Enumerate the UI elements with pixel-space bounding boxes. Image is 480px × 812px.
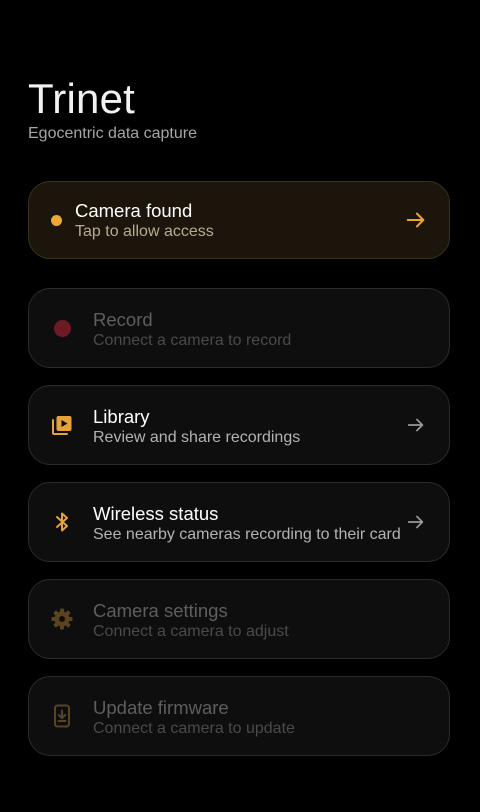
app-subtitle: Egocentric data capture [28, 125, 197, 142]
gear-icon [49, 606, 75, 632]
update-firmware-card[interactable]: Update firmware Connect a camera to upda… [28, 676, 450, 756]
app-title: Trinet [28, 75, 135, 122]
video-library-icon [49, 412, 75, 438]
arrow-right-icon [407, 418, 424, 432]
camera-found-label: Camera found [75, 200, 193, 221]
camera-found-card[interactable]: Camera found Tap to allow access [28, 181, 450, 259]
wireless-status-card[interactable]: Wireless status See nearby cameras recor… [28, 482, 450, 562]
camera-settings-description: Connect a camera to adjust [93, 623, 289, 640]
record-description: Connect a camera to record [93, 332, 292, 349]
bluetooth-icon [49, 509, 75, 535]
app-screen: Trinet Egocentric data capture Camera fo… [0, 0, 480, 812]
arrow-right-icon [407, 515, 424, 529]
library-description: Review and share recordings [93, 429, 301, 446]
update-firmware-description: Connect a camera to update [93, 720, 295, 737]
library-label: Library [93, 406, 150, 427]
wireless-status-label: Wireless status [93, 503, 219, 524]
library-card[interactable]: Library Review and share recordings [28, 385, 450, 465]
record-icon [49, 315, 75, 341]
wireless-status-description: See nearby cameras recording to their ca… [93, 526, 401, 543]
camera-settings-label: Camera settings [93, 600, 228, 621]
update-firmware-label: Update firmware [93, 697, 229, 718]
camera-found-description: Tap to allow access [75, 223, 214, 240]
record-card[interactable]: Record Connect a camera to record [28, 288, 450, 368]
camera-settings-card[interactable]: Camera settings Connect a camera to adju… [28, 579, 450, 659]
status-dot-icon [43, 207, 69, 233]
arrow-right-icon [406, 212, 425, 228]
record-label: Record [93, 309, 153, 330]
firmware-update-icon [49, 703, 75, 729]
